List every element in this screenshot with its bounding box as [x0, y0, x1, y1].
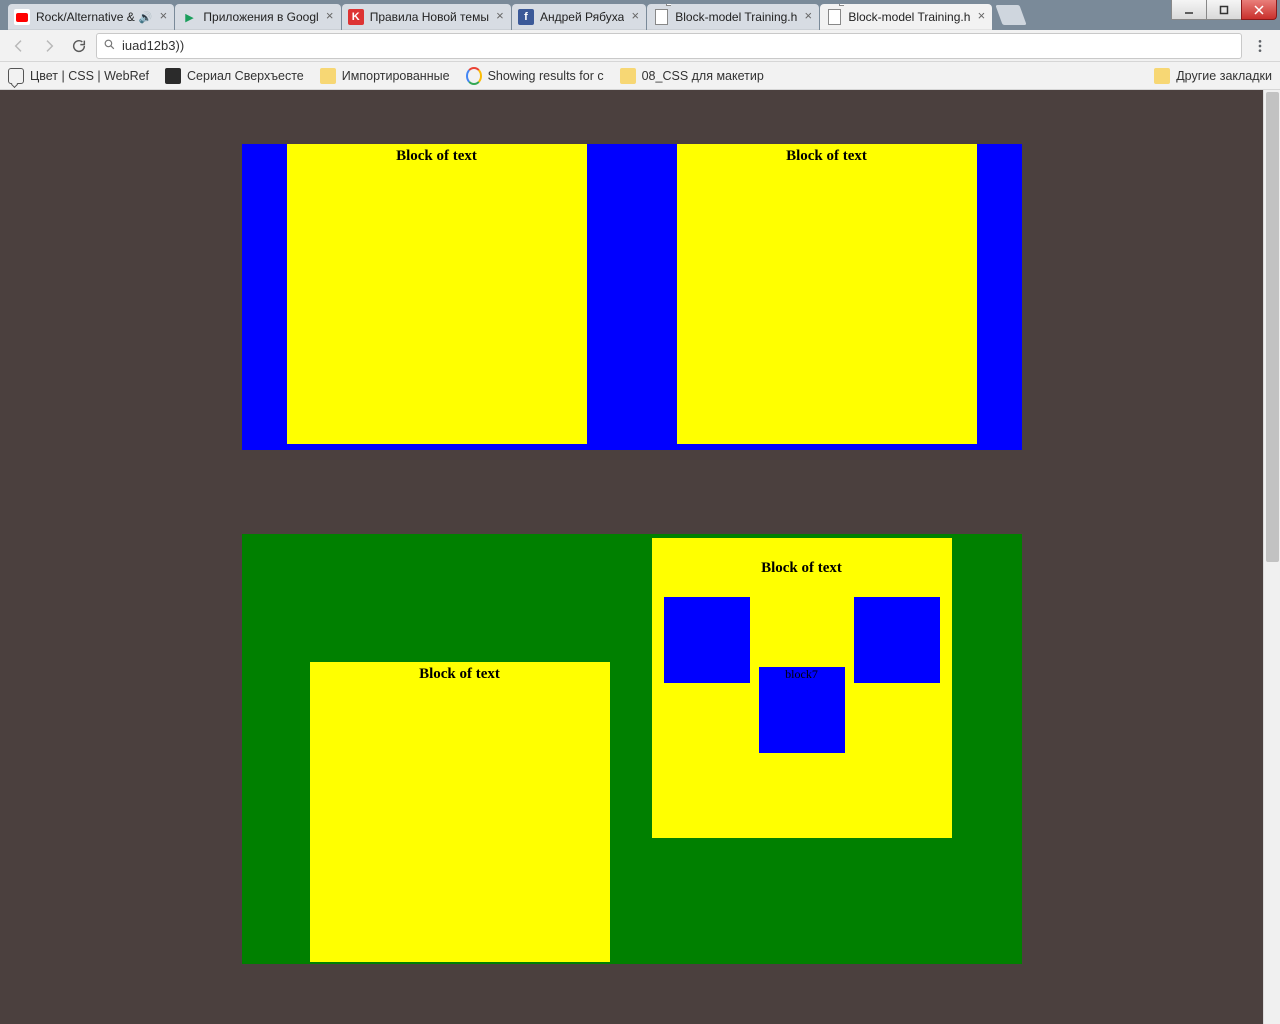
window-buttons [1172, 0, 1277, 20]
block-text: Block of text [396, 148, 477, 164]
bookmarks-bar: Цвет | CSS | WebRef Сериал Сверхъесте Им… [0, 62, 1280, 90]
bookmark-label: Сериал Сверхъесте [187, 69, 304, 83]
window-close-button[interactable] [1241, 0, 1277, 20]
yellow-block: Block of text [677, 144, 977, 444]
tab-label: Андрей Рябуха [540, 10, 624, 24]
google-play-icon [181, 9, 197, 25]
block-text: Block of text [786, 148, 867, 164]
tab-label: Block-model Training.h [675, 10, 797, 24]
bookmark-label: Цвет | CSS | WebRef [30, 69, 149, 83]
browser-tab-active[interactable]: Block-model Training.h × [820, 4, 992, 30]
tab-label: Правила Новой темы [370, 10, 489, 24]
window-maximize-button[interactable] [1206, 0, 1242, 20]
address-bar[interactable]: iuad12b3)) [96, 33, 1242, 59]
reload-button[interactable] [66, 33, 92, 59]
facebook-icon: f [518, 9, 534, 25]
new-tab-button[interactable] [996, 5, 1027, 25]
audio-indicator-icon[interactable]: 🔊 [139, 11, 153, 24]
browser-tab[interactable]: Block-model Training.h × [647, 4, 819, 30]
bookmark-item[interactable]: Сериал Сверхъесте [165, 68, 304, 84]
block-text: Block of text [652, 538, 952, 577]
browser-tab[interactable]: K Правила Новой темы × [342, 4, 511, 30]
browser-tab[interactable]: Приложения в Googl × [175, 4, 340, 30]
vertical-scrollbar[interactable] [1263, 90, 1280, 1024]
yellow-block: Block of text [287, 144, 587, 444]
tab-close-icon[interactable]: × [629, 10, 641, 22]
folder-icon [1154, 68, 1170, 84]
yellow-block: Block of text [310, 662, 610, 962]
tab-close-icon[interactable]: × [157, 10, 169, 22]
tab-close-icon[interactable]: × [802, 10, 814, 22]
other-bookmarks[interactable]: Другие закладки [1154, 68, 1272, 84]
bookmark-item[interactable]: 08_CSS для макетир [620, 68, 764, 84]
page-viewport: Block of text Block of text Block of tex… [0, 90, 1280, 1024]
page-content: Block of text Block of text Block of tex… [0, 90, 1263, 964]
tab-label: Rock/Alternative & [36, 10, 135, 24]
bookmark-label: 08_CSS для макетир [642, 69, 764, 83]
mini-block-row: block7 [652, 597, 952, 687]
bookmark-label: Showing results for c [488, 69, 604, 83]
tab-label: Block-model Training.h [848, 10, 970, 24]
bookmark-item[interactable]: Цвет | CSS | WebRef [8, 68, 149, 84]
block-text: Block of text [419, 666, 500, 682]
window-minimize-button[interactable] [1171, 0, 1207, 20]
tab-close-icon[interactable]: × [975, 10, 987, 22]
blue-container: Block of text Block of text [242, 144, 1022, 450]
search-icon [103, 38, 116, 54]
site-icon: K [348, 9, 364, 25]
back-button[interactable] [6, 33, 32, 59]
browser-tab[interactable]: Rock/Alternative & 🔊 × [8, 4, 174, 30]
green-container: Block of text Block of text block7 [242, 534, 1022, 964]
chrome-menu-button[interactable] [1246, 33, 1274, 59]
google-icon [466, 68, 482, 84]
address-bar-text: iuad12b3)) [122, 38, 184, 53]
mini-blue-block [854, 597, 940, 683]
mini-blue-block [664, 597, 750, 683]
folder-icon [620, 68, 636, 84]
tab-close-icon[interactable]: × [494, 10, 506, 22]
forward-button[interactable] [36, 33, 62, 59]
bookmark-label: Другие закладки [1176, 69, 1272, 83]
browser-toolbar: iuad12b3)) [0, 30, 1280, 62]
mini-blue-block: block7 [759, 667, 845, 753]
folder-icon [320, 68, 336, 84]
tab-label: Приложения в Googl [203, 10, 318, 24]
browser-tab[interactable]: f Андрей Рябуха × [512, 4, 646, 30]
mini-block-label: block7 [785, 667, 818, 681]
file-icon [826, 9, 842, 25]
yellow-block: Block of text block7 [652, 538, 952, 838]
tab-close-icon[interactable]: × [324, 10, 336, 22]
bookmark-icon [8, 68, 24, 84]
bookmark-item[interactable]: Импортированные [320, 68, 450, 84]
bookmark-icon [165, 68, 181, 84]
bookmark-label: Импортированные [342, 69, 450, 83]
bookmark-item[interactable]: Showing results for c [466, 68, 604, 84]
youtube-icon [14, 9, 30, 25]
file-icon [653, 9, 669, 25]
scrollbar-thumb[interactable] [1266, 92, 1279, 562]
browser-tabstrip: Rock/Alternative & 🔊 × Приложения в Goog… [0, 0, 1280, 30]
